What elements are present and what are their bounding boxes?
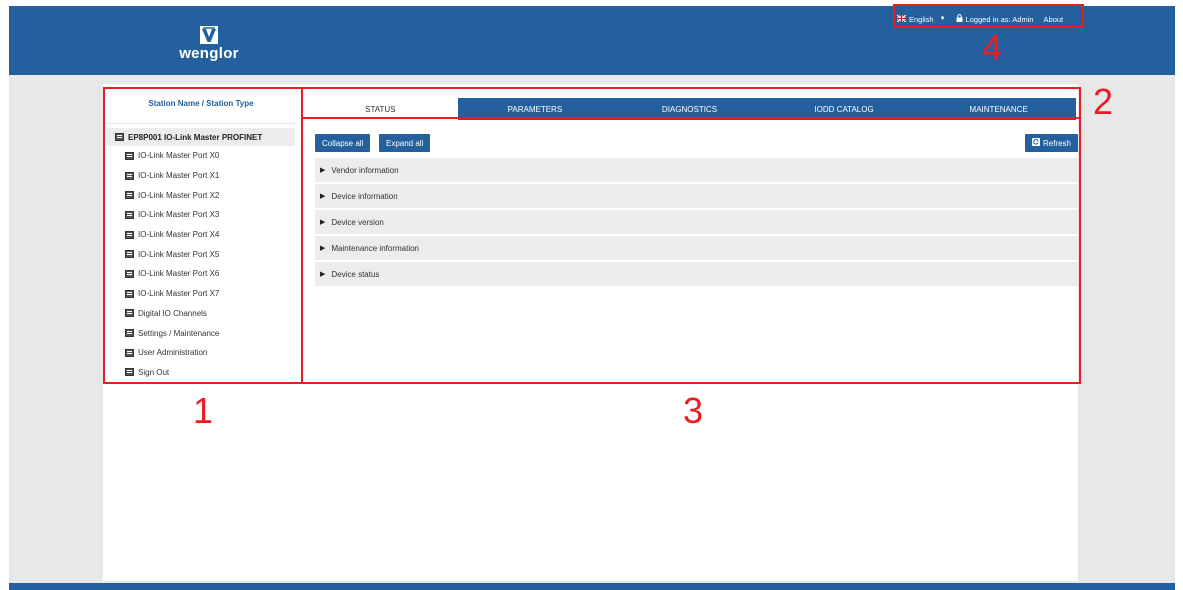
annotation-number-3: 3 bbox=[683, 390, 704, 431]
wenglor-logo[interactable]: wenglor bbox=[169, 25, 249, 62]
annotation-box-1 bbox=[103, 87, 303, 384]
annotation-number-1: 1 bbox=[193, 390, 214, 431]
annotation-number-4: 4 bbox=[982, 27, 1003, 68]
annotation-box-3 bbox=[301, 117, 1081, 384]
annotation-number-2: 2 bbox=[1093, 81, 1114, 122]
annotation-box-2 bbox=[301, 87, 1081, 119]
annotation-box-4 bbox=[893, 4, 1084, 28]
logo-text: wenglor bbox=[179, 45, 239, 62]
wenglor-logo-icon bbox=[199, 25, 219, 45]
footer-bar bbox=[9, 583, 1175, 590]
